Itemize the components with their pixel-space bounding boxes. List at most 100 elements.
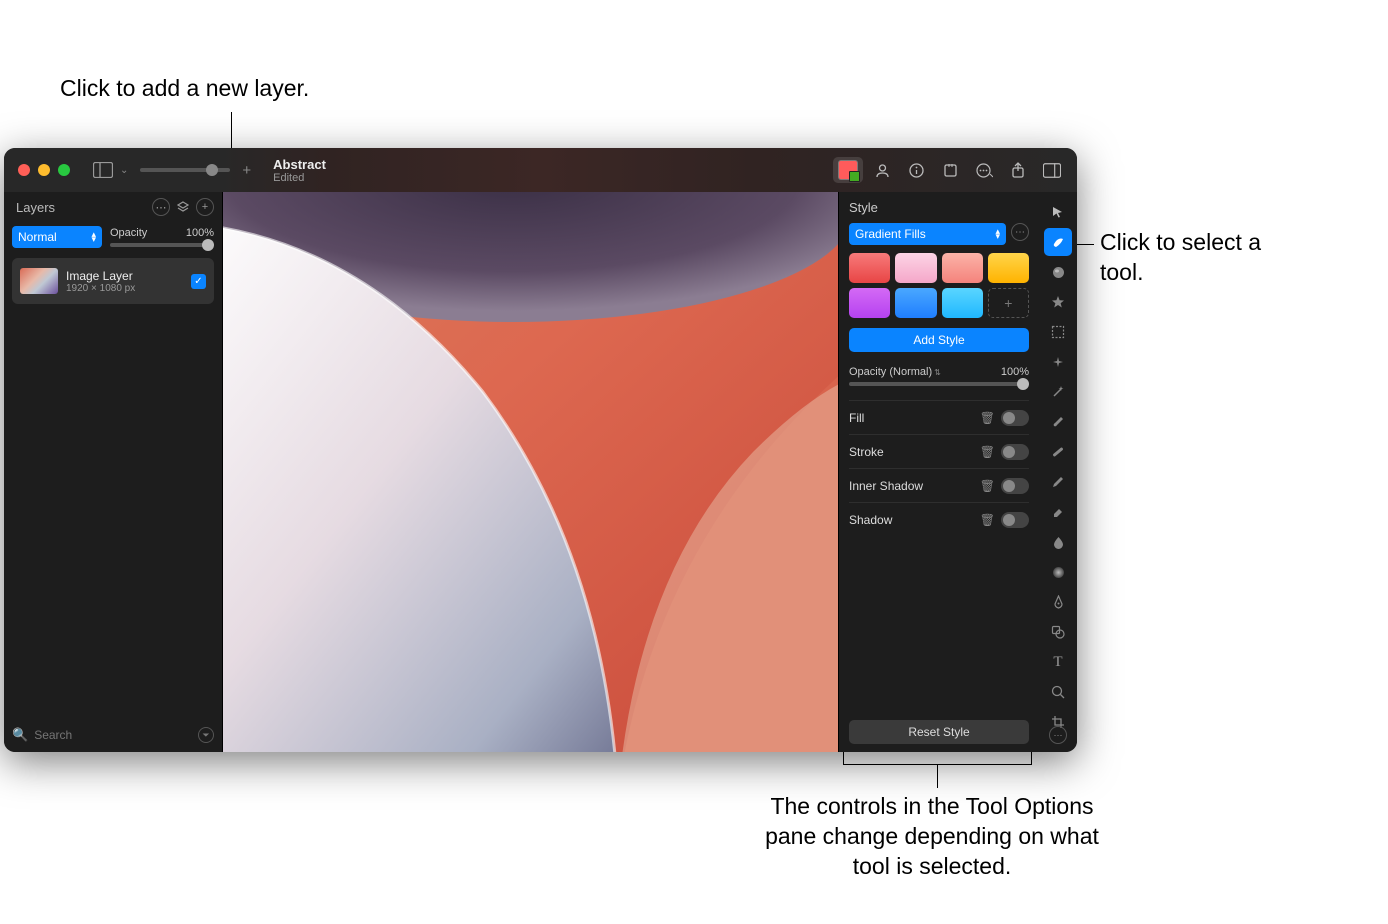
document-title: Abstract bbox=[273, 157, 326, 172]
opacity-value: 100% bbox=[186, 227, 214, 239]
preset-menu-icon[interactable]: ⋯ bbox=[1011, 223, 1029, 241]
wand-tool-icon[interactable] bbox=[1044, 378, 1072, 406]
zoom-tool-icon[interactable] bbox=[1044, 678, 1072, 706]
pencil-tool-icon[interactable] bbox=[1044, 468, 1072, 496]
property-label: Fill bbox=[849, 411, 980, 425]
style-property-row: Shadow🗑 bbox=[849, 502, 1029, 536]
layer-options-icon[interactable]: ⋯ bbox=[152, 198, 170, 216]
shapes-tool-icon[interactable] bbox=[1044, 618, 1072, 646]
eraser-tool-icon[interactable] bbox=[1044, 498, 1072, 526]
property-label: Stroke bbox=[849, 445, 980, 459]
reset-style-button[interactable]: Reset Style bbox=[849, 720, 1029, 744]
callout-line bbox=[843, 752, 844, 764]
zoom-slider[interactable] bbox=[140, 168, 230, 172]
trash-icon[interactable]: 🗑 bbox=[980, 411, 995, 425]
maximize-window-button[interactable] bbox=[58, 164, 70, 176]
trash-icon[interactable]: 🗑 bbox=[980, 513, 995, 527]
info-icon[interactable] bbox=[901, 157, 931, 183]
color-picker-button[interactable] bbox=[833, 157, 863, 183]
more-tools-icon[interactable]: ⋯ bbox=[1049, 726, 1067, 744]
resize-icon[interactable] bbox=[935, 157, 965, 183]
titlebar: ⌄ + Abstract Edited bbox=[4, 148, 1077, 192]
style-property-row: Stroke🗑 bbox=[849, 434, 1029, 468]
layer-name: Image Layer bbox=[66, 269, 183, 283]
trash-icon[interactable]: 🗑 bbox=[980, 479, 995, 493]
layer-stack-icon[interactable] bbox=[174, 198, 192, 216]
caret-icon[interactable]: ⇅ bbox=[934, 368, 941, 377]
more-menu-icon[interactable] bbox=[969, 157, 999, 183]
sparkle-tool-icon[interactable] bbox=[1044, 348, 1072, 376]
preset-group-value: Gradient Fills bbox=[855, 227, 926, 241]
layers-panel-title: Layers bbox=[16, 200, 55, 215]
style-property-row: Inner Shadow🗑 bbox=[849, 468, 1029, 502]
text-tool-icon[interactable]: T bbox=[1044, 648, 1072, 676]
callout-tool-options: The controls in the Tool Options pane ch… bbox=[752, 792, 1112, 882]
opacity-label: Opacity bbox=[110, 227, 147, 239]
callout-select-tool: Click to select a tool. bbox=[1100, 228, 1300, 288]
layer-dimensions: 1920 × 1080 px bbox=[66, 283, 183, 294]
blur-tool-icon[interactable] bbox=[1044, 528, 1072, 556]
property-toggle[interactable] bbox=[1001, 512, 1029, 528]
add-swatch-button[interactable]: + bbox=[988, 288, 1029, 318]
style-opacity-value: 100% bbox=[1001, 366, 1029, 378]
canvas-image bbox=[223, 192, 838, 752]
add-layer-icon[interactable]: + bbox=[196, 198, 214, 216]
sidebar-options-caret[interactable]: ⌄ bbox=[120, 165, 128, 176]
property-toggle[interactable] bbox=[1001, 478, 1029, 494]
layer-search-input[interactable] bbox=[34, 728, 192, 742]
layer-visibility-checkbox[interactable]: ✓ bbox=[191, 274, 206, 289]
style-property-row: Fill🗑 bbox=[849, 400, 1029, 434]
slider-thumb[interactable] bbox=[202, 239, 214, 251]
person-icon[interactable] bbox=[867, 157, 897, 183]
search-icon: 🔍 bbox=[12, 727, 28, 743]
layer-item[interactable]: Image Layer 1920 × 1080 px ✓ bbox=[12, 258, 214, 304]
color-swatch[interactable] bbox=[988, 253, 1029, 283]
document-subtitle: Edited bbox=[273, 172, 326, 184]
property-toggle[interactable] bbox=[1001, 410, 1029, 426]
color-swatch[interactable] bbox=[895, 253, 936, 283]
color-swatch[interactable] bbox=[942, 288, 983, 318]
swatch-grid: + bbox=[849, 253, 1029, 318]
property-toggle[interactable] bbox=[1001, 444, 1029, 460]
arrow-tool-icon[interactable] bbox=[1044, 198, 1072, 226]
brush-tool-icon[interactable] bbox=[1044, 408, 1072, 436]
opacity-slider[interactable] bbox=[110, 243, 214, 247]
select-arrows-icon: ▴▾ bbox=[91, 232, 96, 243]
property-label: Inner Shadow bbox=[849, 479, 980, 493]
add-style-button[interactable]: Add Style bbox=[849, 328, 1029, 352]
pen-tool-icon[interactable] bbox=[1044, 588, 1072, 616]
close-window-button[interactable] bbox=[18, 164, 30, 176]
share-icon[interactable] bbox=[1003, 157, 1033, 183]
sphere-tool-icon[interactable] bbox=[1044, 258, 1072, 286]
bandage-tool-icon[interactable] bbox=[1044, 438, 1072, 466]
panel-toggle-icon[interactable] bbox=[1037, 157, 1067, 183]
callout-line bbox=[1031, 752, 1032, 764]
blend-mode-value: Normal bbox=[18, 230, 57, 244]
color-swatch[interactable] bbox=[895, 288, 936, 318]
style-opacity-label: Opacity (Normal) bbox=[849, 366, 932, 378]
color-swatch[interactable] bbox=[849, 288, 890, 318]
callout-line bbox=[937, 764, 938, 788]
blend-mode-select[interactable]: Normal ▴▾ bbox=[12, 226, 102, 248]
select-arrows-icon: ▴▾ bbox=[995, 229, 1000, 240]
style-panel: Style Gradient Fills ▴▾ ⋯ + Add Style Op… bbox=[838, 192, 1039, 752]
style-properties-list: Fill🗑Stroke🗑Inner Shadow🗑Shadow🗑 bbox=[849, 400, 1029, 536]
slider-thumb[interactable] bbox=[1017, 378, 1029, 390]
style-opacity-slider[interactable] bbox=[849, 382, 1029, 386]
tool-strip: T ⋯ bbox=[1039, 192, 1077, 752]
sidebar-toggle-button[interactable] bbox=[90, 160, 116, 180]
callout-add-layer: Click to add a new layer. bbox=[60, 74, 309, 104]
marquee-tool-icon[interactable] bbox=[1044, 318, 1072, 346]
add-icon[interactable]: + bbox=[242, 162, 251, 179]
property-label: Shadow bbox=[849, 513, 980, 527]
trash-icon[interactable]: 🗑 bbox=[980, 445, 995, 459]
canvas[interactable] bbox=[223, 192, 838, 752]
star-tool-icon[interactable] bbox=[1044, 288, 1072, 316]
gradient-tool-icon[interactable] bbox=[1044, 558, 1072, 586]
color-swatch[interactable] bbox=[849, 253, 890, 283]
minimize-window-button[interactable] bbox=[38, 164, 50, 176]
style-tool-icon[interactable] bbox=[1044, 228, 1072, 256]
color-swatch[interactable] bbox=[942, 253, 983, 283]
preset-group-select[interactable]: Gradient Fills ▴▾ bbox=[849, 223, 1006, 245]
filter-icon[interactable]: ⏷ bbox=[198, 727, 214, 743]
